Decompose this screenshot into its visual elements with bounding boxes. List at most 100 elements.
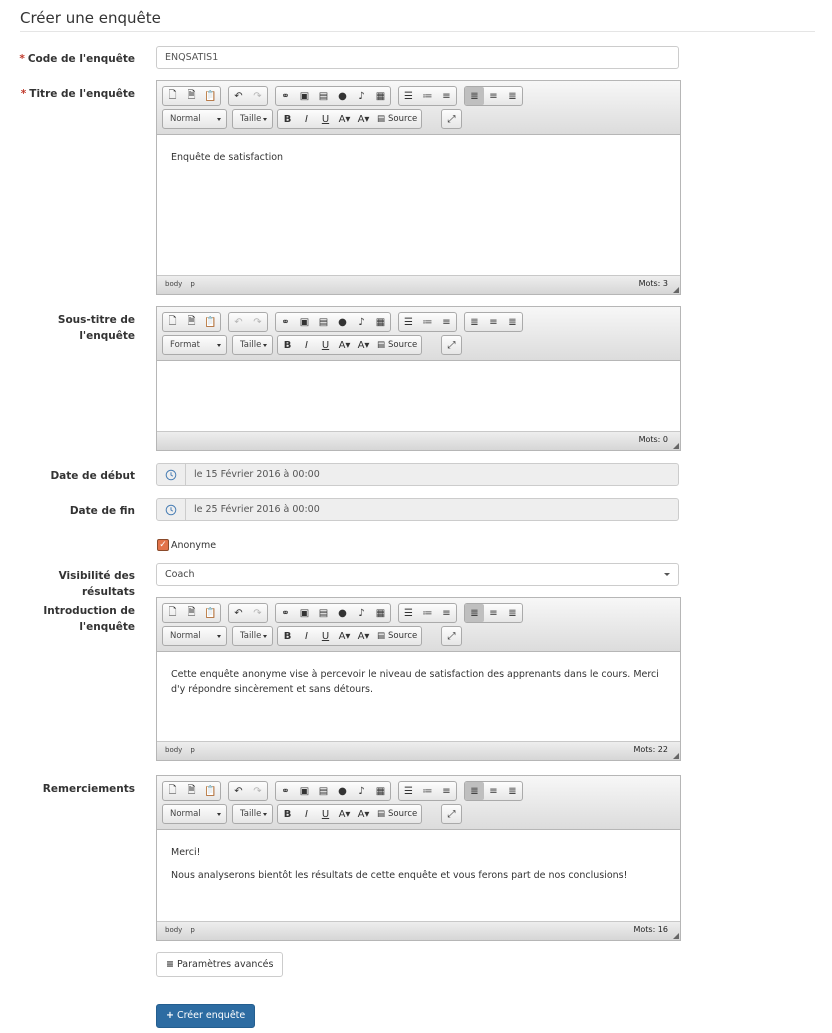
paste-text-icon[interactable]: 🗎 xyxy=(182,604,201,622)
source-button[interactable]: ▤ Source xyxy=(373,336,421,354)
format-select[interactable]: Normal xyxy=(162,804,227,824)
format-select[interactable]: Normal xyxy=(162,109,227,129)
numbered-list-icon[interactable]: ≔ xyxy=(418,87,437,105)
bulleted-list-icon[interactable]: ☰ xyxy=(399,604,418,622)
subtitle-editor[interactable]: 🗋 🗎 📋 ↶ ↷ ⚭ ▣ ▤ ● ♪ ▦ ☰ ≔ ≡ ≣ ≡ ≣ Format Taille B I U A▾ A▾ ▤ Sou… xyxy=(156,306,681,451)
link-icon[interactable]: ⚭ xyxy=(276,87,295,105)
numbered-list-icon[interactable]: ≔ xyxy=(418,782,437,800)
background-color-icon[interactable]: A▾ xyxy=(354,627,373,645)
paste-word-icon[interactable]: 📋 xyxy=(201,782,220,800)
intro-editor[interactable]: 🗋 🗎 📋 ↶ ↷ ⚭ ▣ ▤ ● ♪ ▦ ☰ ≔ ≡ ≣ ≡ ≣ Normal Taille B I U A▾ A▾ ▤ Sou… xyxy=(156,597,681,761)
numbered-list-icon[interactable]: ≔ xyxy=(418,313,437,331)
source-button[interactable]: ▤ Source xyxy=(373,805,421,823)
table-icon[interactable]: ▦ xyxy=(371,604,390,622)
flash-icon[interactable]: ● xyxy=(333,313,352,331)
advanced-settings-button[interactable]: ≡ Paramètres avancés xyxy=(156,952,284,977)
undo-icon[interactable]: ↶ xyxy=(229,782,248,800)
image-icon[interactable]: ▣ xyxy=(295,782,314,800)
format-select[interactable]: Normal xyxy=(162,626,227,646)
clock-icon[interactable] xyxy=(157,499,186,520)
maximize-icon[interactable]: ⤢ xyxy=(442,627,461,645)
maximize-icon[interactable]: ⤢ xyxy=(442,805,461,823)
horizontal-rule-icon[interactable]: ≡ xyxy=(437,87,456,105)
underline-icon[interactable]: U xyxy=(316,336,335,354)
undo-icon[interactable]: ↶ xyxy=(229,87,248,105)
justify-icon[interactable]: ≣ xyxy=(503,782,522,800)
justify-icon[interactable]: ≣ xyxy=(503,313,522,331)
resize-handle-icon[interactable] xyxy=(673,753,679,759)
format-select[interactable]: Format xyxy=(162,335,227,355)
size-select[interactable]: Taille xyxy=(232,804,273,824)
video-icon[interactable]: ▤ xyxy=(314,87,333,105)
underline-icon[interactable]: U xyxy=(316,627,335,645)
background-color-icon[interactable]: A▾ xyxy=(354,805,373,823)
video-icon[interactable]: ▤ xyxy=(314,313,333,331)
paste-word-icon[interactable]: 📋 xyxy=(201,87,220,105)
audio-icon[interactable]: ♪ xyxy=(352,87,371,105)
create-survey-button[interactable]: + Créer enquête xyxy=(156,1004,256,1028)
element-path-item[interactable]: p xyxy=(190,926,194,934)
anonymous-checkbox[interactable]: ✓ xyxy=(157,539,169,551)
new-page-icon[interactable]: 🗋 xyxy=(163,782,182,800)
bold-icon[interactable]: B xyxy=(278,805,297,823)
align-left-icon[interactable]: ≣ xyxy=(465,782,484,800)
video-icon[interactable]: ▤ xyxy=(314,782,333,800)
new-page-icon[interactable]: 🗋 xyxy=(163,87,182,105)
audio-icon[interactable]: ♪ xyxy=(352,604,371,622)
text-color-icon[interactable]: A▾ xyxy=(335,336,354,354)
bold-icon[interactable]: B xyxy=(278,336,297,354)
paste-word-icon[interactable]: 📋 xyxy=(201,604,220,622)
align-left-icon[interactable]: ≣ xyxy=(465,313,484,331)
italic-icon[interactable]: I xyxy=(297,627,316,645)
redo-icon[interactable]: ↷ xyxy=(248,87,267,105)
maximize-icon[interactable]: ⤢ xyxy=(442,110,461,128)
video-icon[interactable]: ▤ xyxy=(314,604,333,622)
bold-icon[interactable]: B xyxy=(278,110,297,128)
text-color-icon[interactable]: A▾ xyxy=(335,110,354,128)
align-center-icon[interactable]: ≡ xyxy=(484,782,503,800)
table-icon[interactable]: ▦ xyxy=(371,87,390,105)
image-icon[interactable]: ▣ xyxy=(295,604,314,622)
table-icon[interactable]: ▦ xyxy=(371,313,390,331)
bulleted-list-icon[interactable]: ☰ xyxy=(399,782,418,800)
flash-icon[interactable]: ● xyxy=(333,782,352,800)
table-icon[interactable]: ▦ xyxy=(371,782,390,800)
align-center-icon[interactable]: ≡ xyxy=(484,87,503,105)
audio-icon[interactable]: ♪ xyxy=(352,313,371,331)
horizontal-rule-icon[interactable]: ≡ xyxy=(437,313,456,331)
visibility-select[interactable]: Coach xyxy=(156,563,679,586)
align-center-icon[interactable]: ≡ xyxy=(484,313,503,331)
numbered-list-icon[interactable]: ≔ xyxy=(418,604,437,622)
code-input[interactable]: ENQSATIS1 xyxy=(156,46,679,69)
paste-word-icon[interactable]: 📋 xyxy=(201,313,220,331)
editor-content[interactable]: Enquête de satisfaction xyxy=(157,135,680,165)
bulleted-list-icon[interactable]: ☰ xyxy=(399,87,418,105)
justify-icon[interactable]: ≣ xyxy=(503,604,522,622)
editor-content[interactable]: Cette enquête anonyme vise à percevoir l… xyxy=(157,652,680,697)
text-color-icon[interactable]: A▾ xyxy=(335,627,354,645)
resize-handle-icon[interactable] xyxy=(673,933,679,939)
bold-icon[interactable]: B xyxy=(278,627,297,645)
size-select[interactable]: Taille xyxy=(232,335,273,355)
redo-icon[interactable]: ↷ xyxy=(248,313,267,331)
redo-icon[interactable]: ↷ xyxy=(248,782,267,800)
link-icon[interactable]: ⚭ xyxy=(276,782,295,800)
size-select[interactable]: Taille xyxy=(232,109,273,129)
background-color-icon[interactable]: A▾ xyxy=(354,110,373,128)
italic-icon[interactable]: I xyxy=(297,336,316,354)
bulleted-list-icon[interactable]: ☰ xyxy=(399,313,418,331)
end-date-input[interactable]: le 25 Février 2016 à 00:00 xyxy=(156,498,679,521)
image-icon[interactable]: ▣ xyxy=(295,313,314,331)
flash-icon[interactable]: ● xyxy=(333,604,352,622)
element-path-item[interactable]: body xyxy=(165,926,182,934)
source-button[interactable]: ▤ Source xyxy=(373,110,421,128)
horizontal-rule-icon[interactable]: ≡ xyxy=(437,604,456,622)
resize-handle-icon[interactable] xyxy=(673,443,679,449)
link-icon[interactable]: ⚭ xyxy=(276,313,295,331)
start-date-input[interactable]: le 15 Février 2016 à 00:00 xyxy=(156,463,679,486)
justify-icon[interactable]: ≣ xyxy=(503,87,522,105)
italic-icon[interactable]: I xyxy=(297,110,316,128)
paste-text-icon[interactable]: 🗎 xyxy=(182,313,201,331)
align-left-icon[interactable]: ≣ xyxy=(465,87,484,105)
thanks-editor[interactable]: 🗋 🗎 📋 ↶ ↷ ⚭ ▣ ▤ ● ♪ ▦ ☰ ≔ ≡ ≣ ≡ ≣ Normal Taille B I U A▾ A▾ ▤ Sou… xyxy=(156,775,681,941)
